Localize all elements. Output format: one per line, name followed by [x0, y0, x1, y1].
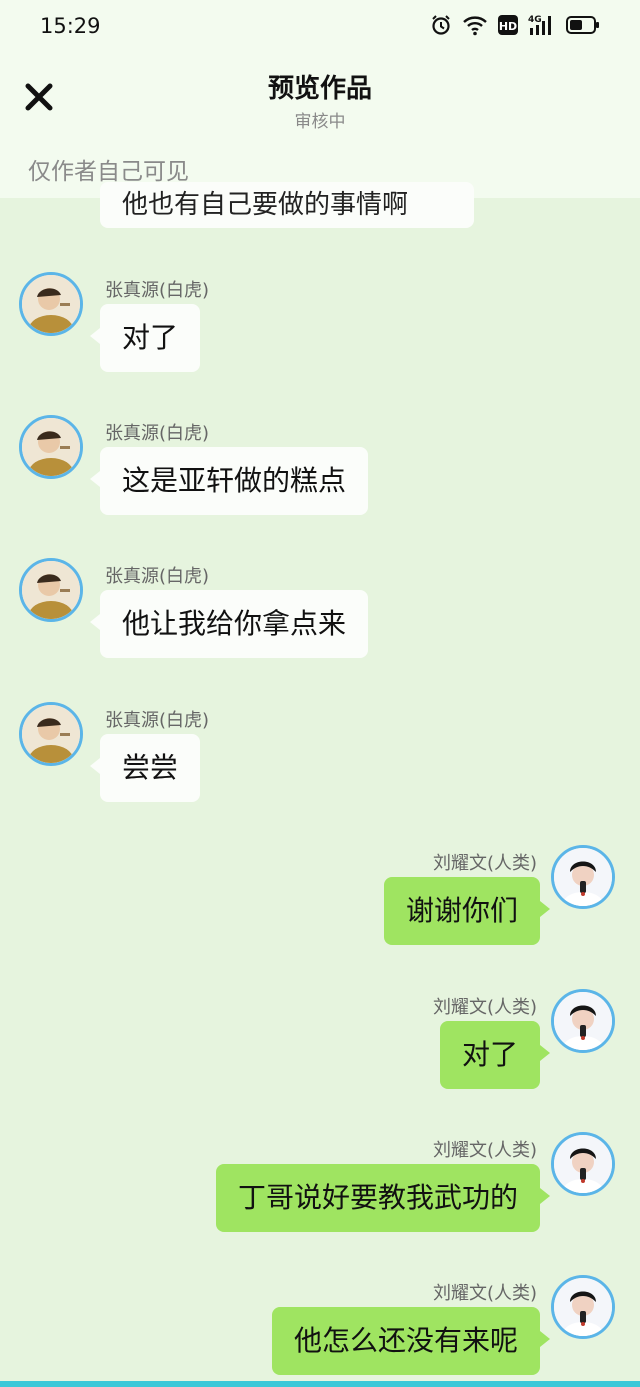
hd-icon: HD	[498, 15, 518, 35]
alarm-icon	[430, 14, 452, 36]
message-item: 张真源(白虎) 他让我给你拿点来	[0, 556, 640, 666]
avatar[interactable]	[19, 272, 83, 336]
wifi-icon	[462, 14, 488, 36]
app-header: 预览作品 审核中 仅作者自己可见	[0, 56, 640, 198]
message-bubble: 尝尝	[89, 734, 201, 802]
sender-name: 刘耀文(人类)	[432, 853, 537, 874]
page-title: 预览作品	[267, 74, 372, 104]
avatar[interactable]	[19, 415, 83, 479]
sender-name: 张真源(白虎)	[105, 423, 210, 444]
message-bubble-partial: 他也有自己要做的事情啊	[100, 182, 474, 228]
message-bubble: 谢谢你们	[383, 877, 551, 945]
message-item: 刘耀文(人类) 对了	[0, 987, 640, 1097]
message-item: 张真源(白虎) 尝尝	[0, 700, 640, 810]
avatar[interactable]	[551, 1275, 615, 1339]
message-item: 张真源(白虎) 这是亚轩做的糕点	[0, 413, 640, 523]
message-bubble: 他让我给你拿点来	[89, 590, 369, 658]
svg-text:4G: 4G	[528, 15, 542, 25]
signal-4g-icon: 4G	[528, 14, 556, 36]
message-item: 刘耀文(人类) 他怎么还没有来呢	[0, 1273, 640, 1381]
message-item: 刘耀文(人类) 谢谢你们	[0, 843, 640, 953]
message-item: 刘耀文(人类) 丁哥说好要教我武功的	[0, 1130, 640, 1240]
message-bubble: 这是亚轩做的糕点	[89, 447, 369, 515]
status-icons: HD 4G	[430, 14, 600, 36]
sender-name: 刘耀文(人类)	[432, 997, 537, 1018]
avatar[interactable]	[551, 989, 615, 1053]
svg-text:HD: HD	[499, 20, 517, 33]
avatar[interactable]	[19, 702, 83, 766]
sender-name: 张真源(白虎)	[105, 280, 210, 301]
bottom-accent-bar	[0, 1381, 640, 1387]
visibility-note: 仅作者自己可见	[28, 159, 189, 185]
message-bubble: 他怎么还没有来呢	[271, 1307, 551, 1375]
message-text: 他也有自己要做的事情啊	[122, 190, 409, 220]
review-status: 审核中	[294, 112, 346, 132]
avatar[interactable]	[551, 1132, 615, 1196]
battery-icon	[566, 15, 600, 35]
status-time: 15:29	[40, 14, 101, 38]
message-bubble: 对了	[89, 304, 201, 372]
avatar[interactable]	[551, 845, 615, 909]
sender-name: 张真源(白虎)	[105, 710, 210, 731]
sender-name: 刘耀文(人类)	[432, 1283, 537, 1304]
message-bubble: 丁哥说好要教我武功的	[215, 1164, 551, 1232]
avatar[interactable]	[19, 558, 83, 622]
status-bar: 15:29 HD 4G	[0, 0, 640, 56]
sender-name: 刘耀文(人类)	[432, 1140, 537, 1161]
sender-name: 张真源(白虎)	[105, 566, 210, 587]
message-item: 张真源(白虎) 对了	[0, 270, 640, 380]
message-bubble: 对了	[439, 1021, 551, 1089]
